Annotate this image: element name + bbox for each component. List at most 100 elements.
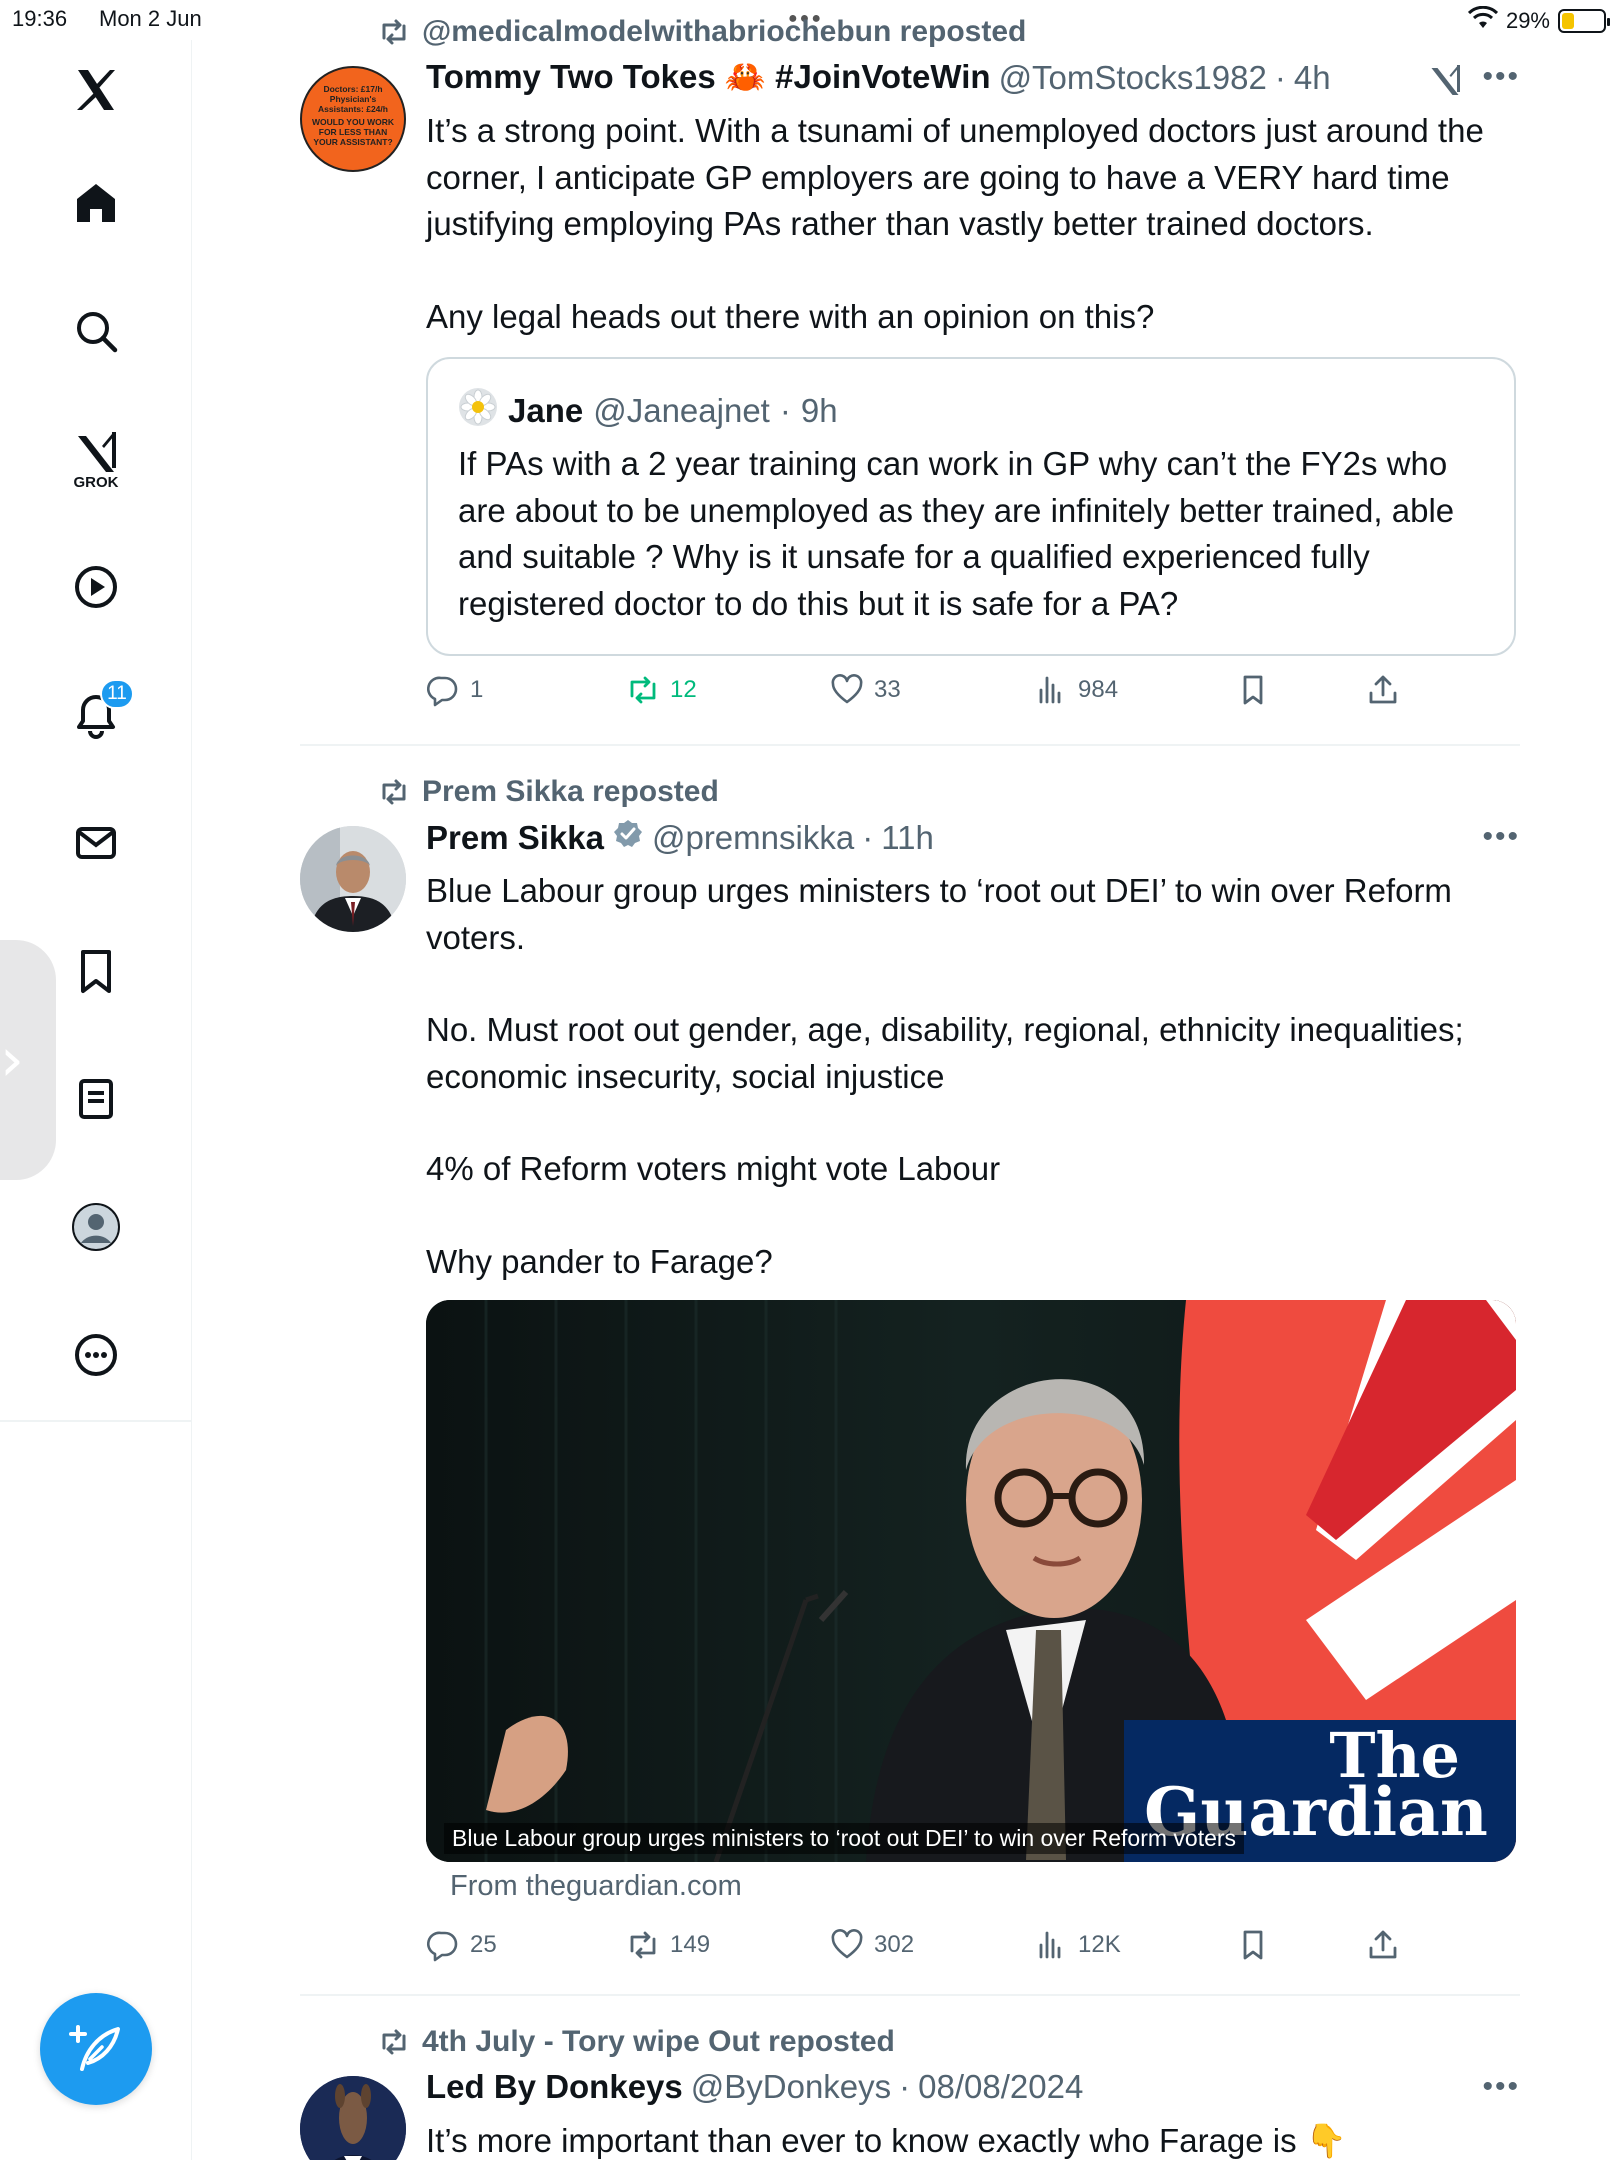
author-avatar[interactable] (300, 2076, 406, 2160)
author-name[interactable]: Led By Donkeys (426, 2068, 683, 2106)
reply-button[interactable]: 25 (426, 1928, 497, 1962)
post-time[interactable]: 4h (1294, 59, 1331, 97)
post-more-icon[interactable]: ••• (1482, 60, 1520, 94)
reply-count: 25 (470, 1931, 497, 1958)
side-drawer-handle[interactable]: › (0, 940, 56, 1180)
share-button[interactable] (1366, 673, 1400, 707)
compose-post-button[interactable] (40, 1993, 152, 2105)
post-actions: 25 149 302 12K (426, 1928, 1426, 1972)
link-card-source[interactable]: From theguardian.com (450, 1870, 742, 1903)
post-header: Led By Donkeys @ByDonkeys · 08/08/2024 (426, 2068, 1083, 2106)
repost-icon (382, 779, 406, 805)
quoted-post[interactable]: Jane @Janeajnet · 9h If PAs with a 2 yea… (426, 357, 1516, 656)
bookmarks-icon[interactable] (56, 931, 136, 1011)
link-card-caption: Blue Labour group urges ministers to ‘ro… (444, 1823, 1245, 1854)
repost-label: @medicalmodelwithabriochebun reposted (422, 15, 1027, 48)
separator-dot: · (779, 392, 791, 429)
author-handle[interactable]: @premnsikka (652, 819, 854, 857)
home-icon[interactable] (56, 163, 136, 243)
share-icon (1369, 1930, 1397, 1959)
video-play-icon[interactable] (56, 547, 136, 627)
author-handle[interactable]: @TomStocks1982 (999, 59, 1267, 97)
repost-label: 4th July - Tory wipe Out reposted (422, 2025, 895, 2058)
status-right: 29% (1467, 5, 1610, 36)
reply-button[interactable]: 1 (426, 673, 483, 707)
heart-icon (831, 1929, 863, 1959)
bookmark-icon (1243, 1930, 1263, 1960)
profile-avatar-icon[interactable] (56, 1187, 136, 1267)
battery-fill (1562, 13, 1574, 29)
views-count: 984 (1078, 676, 1119, 703)
link-card-image[interactable]: The Guardian Blue Labour group urges min… (426, 1300, 1516, 1862)
post-divider (300, 744, 1520, 746)
separator-dot: · (1274, 58, 1286, 96)
quoted-author-handle: @Janeajnet (593, 392, 770, 429)
author-name[interactable]: Tommy Two Tokes 🦀 #JoinVoteWin (426, 58, 991, 97)
grok-explain-icon[interactable] (1427, 60, 1463, 105)
post-body: It’s a strong point. With a tsunami of u… (426, 108, 1516, 340)
post-paragraph: Blue Labour group urges ministers to ‘ro… (426, 872, 1452, 956)
views-button[interactable]: 984 (1034, 673, 1118, 707)
post-more-icon[interactable]: ••• (1482, 2070, 1520, 2104)
post-body: It’s more important than ever to know ex… (426, 2118, 1516, 2160)
grok-label: GROK (73, 473, 119, 491)
post-paragraph: 4% of Reform voters might vote Labour (426, 1150, 1001, 1187)
lists-icon[interactable] (56, 1059, 136, 1139)
messages-envelope-icon[interactable] (56, 803, 136, 883)
repost-count: 149 (670, 1931, 711, 1958)
battery-icon (1558, 9, 1610, 33)
post-time[interactable]: 08/08/2024 (918, 2068, 1083, 2106)
post-paragraph: Why pander to Farage? (426, 1242, 773, 1280)
separator-dot: · (862, 819, 874, 856)
bookmark-button[interactable] (1236, 673, 1270, 707)
post-header: Tommy Two Tokes 🦀 #JoinVoteWin @TomStock… (426, 58, 1331, 97)
avatar-text-line: Assistants: £24/h (318, 104, 388, 114)
author-photo (300, 826, 406, 932)
views-chart-icon (1039, 676, 1061, 704)
grok-icon (78, 431, 116, 472)
repost-icon (382, 2029, 406, 2055)
avatar-text-line: FOR LESS THAN (318, 127, 388, 137)
notifications-bell-icon[interactable]: 11 (56, 675, 136, 755)
post-time[interactable]: 11h (881, 819, 934, 857)
x-logo-icon[interactable] (56, 50, 136, 130)
like-count: 33 (874, 676, 901, 703)
repost-button[interactable]: 149 (626, 1928, 710, 1962)
repost-count: 12 (670, 676, 697, 703)
bookmark-button[interactable] (1236, 1928, 1270, 1962)
post-more-icon[interactable]: ••• (1482, 820, 1520, 854)
grok-nav[interactable]: GROK (56, 419, 136, 499)
like-button[interactable]: 33 (830, 673, 901, 707)
separator-dot: · (899, 2068, 911, 2105)
author-name[interactable]: Prem Sikka (426, 819, 604, 857)
like-button[interactable]: 302 (830, 1928, 914, 1962)
notifications-badge: 11 (100, 679, 134, 709)
author-avatar[interactable]: Doctors: £17/h Physician's Assistants: £… (300, 66, 406, 172)
chevron-right-icon: › (0, 1025, 24, 1095)
views-button[interactable]: 12K (1034, 1928, 1121, 1962)
post-paragraph: It’s more important than ever to know ex… (426, 2122, 1347, 2159)
more-options-icon[interactable] (56, 1315, 136, 1395)
post-body: Blue Labour group urges ministers to ‘ro… (426, 868, 1516, 1285)
search-icon[interactable] (56, 291, 136, 371)
verified-badge-icon (612, 818, 644, 858)
author-avatar[interactable] (300, 826, 406, 932)
quoted-author-avatar (458, 387, 498, 435)
reply-icon (426, 676, 458, 707)
battery-tip (1607, 18, 1610, 26)
repost-button[interactable]: 12 (626, 673, 697, 707)
share-button[interactable] (1366, 1928, 1400, 1962)
avatar-text-line: YOUR ASSISTANT? (313, 137, 393, 147)
views-count: 12K (1078, 1931, 1121, 1958)
status-date: Mon 2 Jun (99, 6, 202, 31)
quoted-author-name: Jane (508, 392, 584, 429)
heart-icon (831, 674, 863, 704)
avatar-text-line: WOULD YOU WORK (311, 117, 394, 127)
post-actions: 1 12 33 984 (426, 673, 1426, 717)
author-handle[interactable]: @ByDonkeys (691, 2068, 891, 2106)
repost-indicator: @medicalmodelwithabriochebun reposted (378, 14, 1026, 50)
battery-percent: 29% (1505, 8, 1550, 33)
